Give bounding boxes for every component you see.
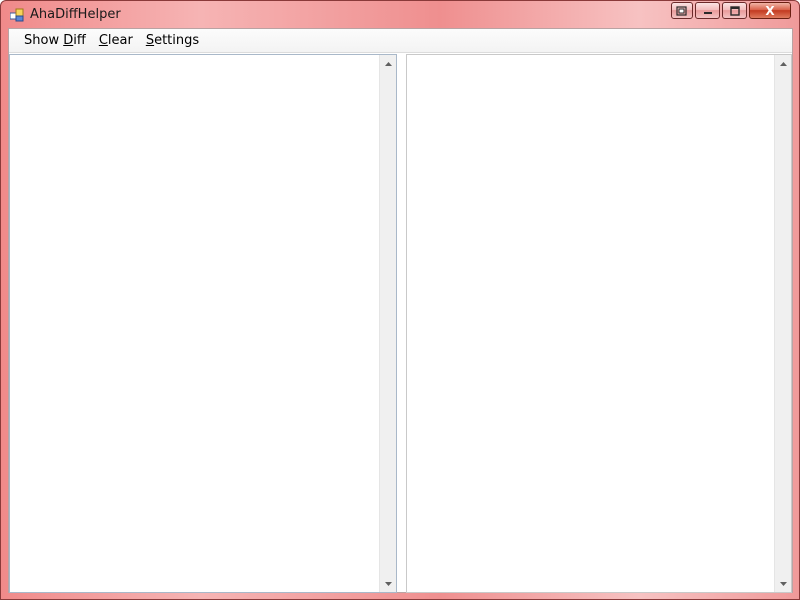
scroll-up-arrow-icon <box>779 61 787 66</box>
menu-item-clear-suffix: lear <box>107 32 133 48</box>
close-button[interactable]: X <box>749 2 791 19</box>
caption-buttons: X <box>669 2 791 20</box>
menu-item-settings[interactable]: Settings <box>140 30 205 52</box>
left-scroll-down-button[interactable] <box>380 575 396 592</box>
right-text-pane <box>406 54 792 593</box>
maximize-icon <box>729 5 740 16</box>
app-window: AhaDiffHelper X Show Diff Clear Settings <box>0 0 800 600</box>
app-window-icon <box>10 8 24 22</box>
menu-item-settings-mnemonic: S <box>145 32 155 48</box>
scroll-down-arrow-icon <box>779 581 787 586</box>
right-scroll-up-button[interactable] <box>775 55 791 72</box>
restore-window-icon <box>676 5 687 16</box>
scroll-down-arrow-icon <box>384 581 392 586</box>
left-text-pane <box>9 54 397 593</box>
menu-item-clear-mnemonic: C <box>98 32 108 48</box>
left-text-input[interactable] <box>10 55 379 592</box>
menu-item-show-diff[interactable]: Show Diff <box>18 30 92 52</box>
right-vertical-scrollbar[interactable] <box>774 55 791 592</box>
restore-window-button[interactable] <box>671 2 693 19</box>
left-scroll-up-button[interactable] <box>380 55 396 72</box>
window-title: AhaDiffHelper <box>30 7 121 22</box>
menu-item-clear[interactable]: Clear <box>93 30 139 52</box>
maximize-button[interactable] <box>722 2 747 19</box>
right-scroll-down-button[interactable] <box>775 575 791 592</box>
menu-item-settings-suffix: ettings <box>154 32 200 48</box>
menu-item-show-diff-suffix: iff <box>73 32 86 48</box>
minimize-icon <box>703 11 712 14</box>
left-vertical-scrollbar[interactable] <box>379 55 396 592</box>
menu-item-show-diff-prefix: Show <box>24 32 64 48</box>
menu-bar: Show Diff Clear Settings <box>9 29 792 53</box>
menu-item-show-diff-mnemonic: D <box>63 32 74 48</box>
scroll-up-arrow-icon <box>384 61 392 66</box>
minimize-button[interactable] <box>695 2 720 19</box>
close-icon: X <box>765 3 775 18</box>
client-area: Show Diff Clear Settings <box>8 28 793 593</box>
right-text-input[interactable] <box>407 55 774 592</box>
title-bar[interactable]: AhaDiffHelper X <box>1 1 799 28</box>
